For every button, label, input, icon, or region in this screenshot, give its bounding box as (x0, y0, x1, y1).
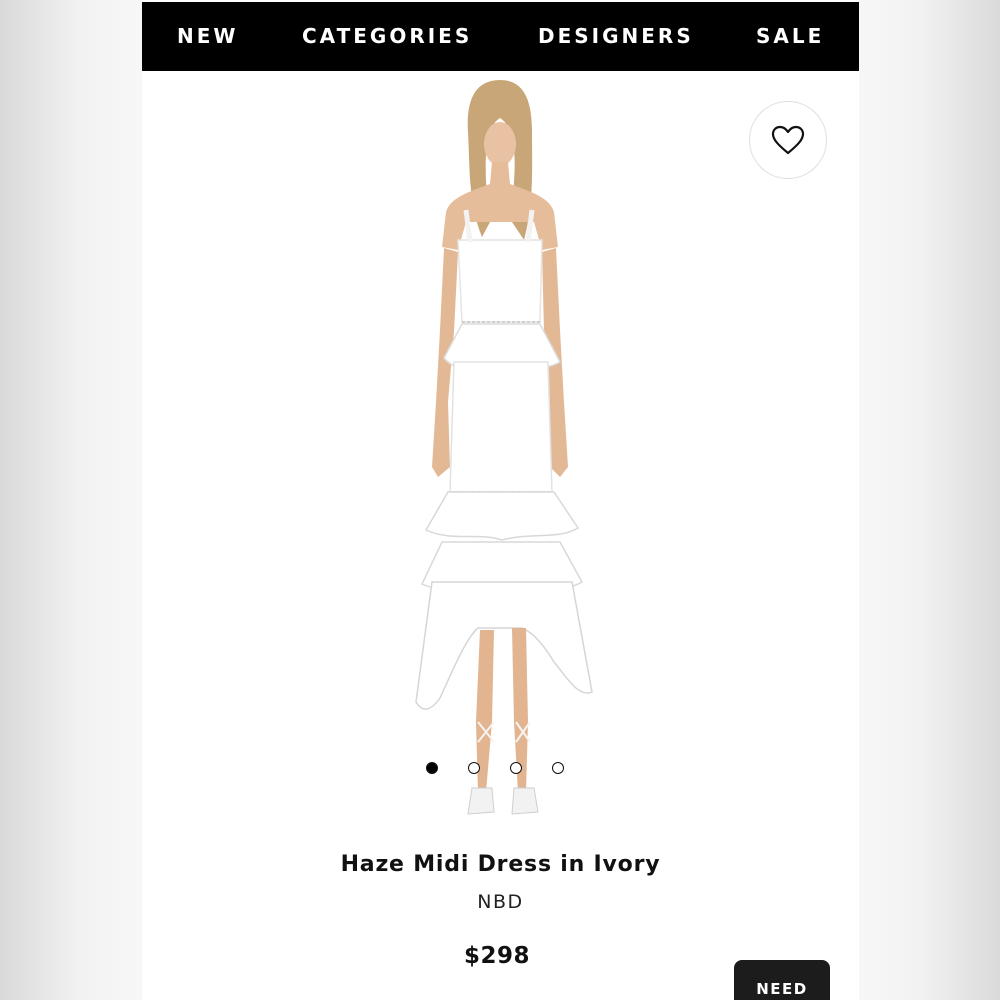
dress-ruffle-1 (424, 491, 580, 541)
nav-item-designers[interactable]: DESIGNERS (538, 2, 694, 71)
nav-item-new[interactable]: NEW (177, 2, 238, 71)
carousel-dot-2[interactable] (468, 762, 480, 774)
carousel-dot-4[interactable] (552, 762, 564, 774)
dress-bodice (457, 239, 543, 323)
carousel-dot-1[interactable] (426, 762, 438, 774)
top-nav: NEW CATEGORIES DESIGNERS SALE (142, 2, 859, 71)
product-brand[interactable]: NBD (142, 891, 859, 913)
nav-item-sale[interactable]: SALE (756, 2, 824, 71)
model-face (484, 122, 516, 166)
favorite-button[interactable] (749, 101, 827, 179)
product-title: Haze Midi Dress in Ivory (340, 852, 661, 877)
product-page: NEW CATEGORIES DESIGNERS SALE Haze Midi … (142, 0, 859, 1000)
model-shoulders (442, 162, 558, 250)
heart-outline-icon (771, 125, 805, 155)
product-image[interactable] (382, 72, 612, 832)
image-carousel-dots (426, 762, 564, 778)
model-shoes (467, 787, 539, 815)
dress-hem (415, 581, 593, 710)
nav-item-categories[interactable]: CATEGORIES (302, 2, 472, 71)
carousel-dot-3[interactable] (510, 762, 522, 774)
need-help-button[interactable]: NEED (734, 960, 830, 1000)
dress-skirt (449, 361, 553, 493)
